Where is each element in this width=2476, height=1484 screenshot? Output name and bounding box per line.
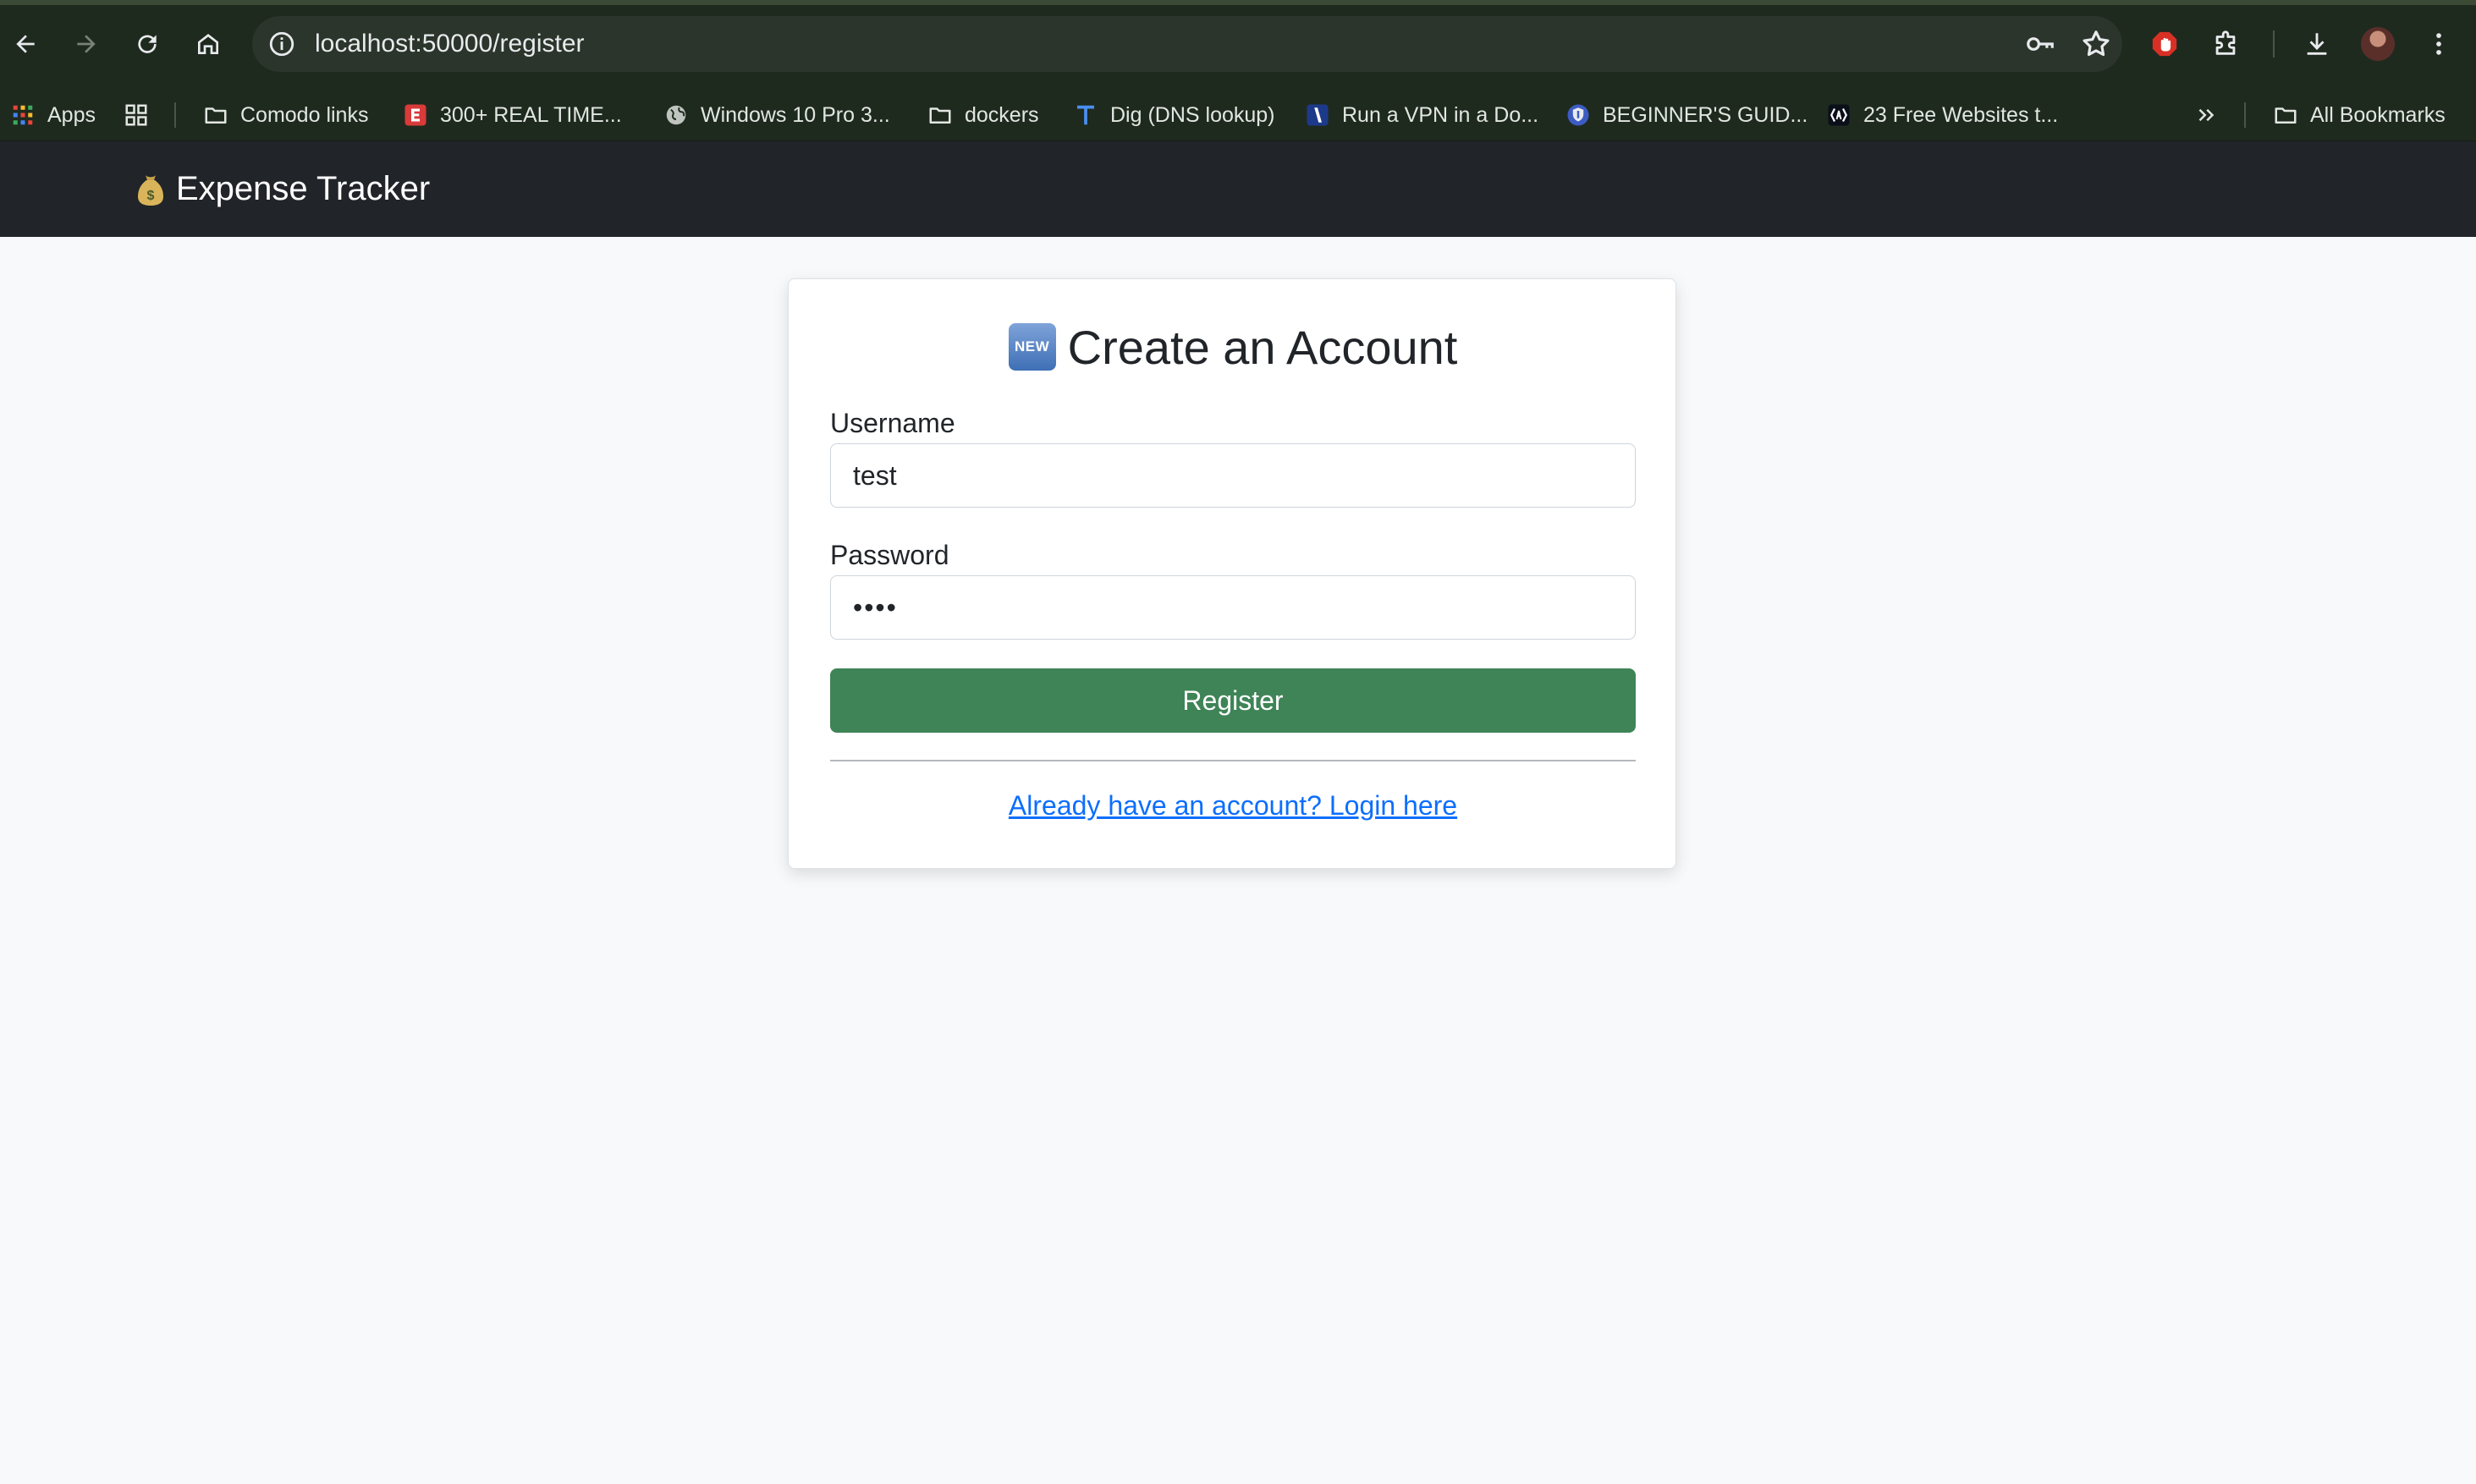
login-link[interactable]: Already have an account? Login here bbox=[789, 790, 1677, 822]
downloads-button[interactable] bbox=[2298, 25, 2336, 63]
divider bbox=[830, 760, 1636, 761]
all-bookmarks-label: All Bookmarks bbox=[2310, 102, 2446, 127]
bookmark-beginners-guide[interactable]: BEGINNER'S GUID... bbox=[1565, 89, 1807, 141]
forward-arrow-icon bbox=[77, 35, 96, 53]
bookmark-tab-groups[interactable] bbox=[124, 89, 149, 141]
key-icon[interactable] bbox=[2024, 28, 2056, 60]
bookmark-label: Windows 10 Pro 3... bbox=[701, 102, 890, 127]
back-button[interactable] bbox=[7, 25, 44, 63]
bookmark-realtime[interactable]: 300+ REAL TIME... bbox=[403, 89, 622, 141]
reload-icon bbox=[138, 35, 157, 53]
chevron-double-right-icon bbox=[2193, 102, 2219, 128]
tab-strip-edge bbox=[0, 0, 2476, 5]
slash-logo-icon bbox=[1305, 102, 1330, 128]
bookmark-label: Run a VPN in a Do... bbox=[1342, 102, 1539, 127]
e-logo-icon bbox=[403, 102, 428, 128]
title-text: Create an Account bbox=[1067, 320, 1458, 374]
star-icon[interactable] bbox=[2080, 28, 2112, 60]
bookmark-label: Apps bbox=[47, 102, 96, 127]
shield-logo-icon bbox=[1565, 102, 1591, 128]
profile-avatar[interactable] bbox=[2361, 27, 2395, 61]
bookmarks-overflow-button[interactable] bbox=[2193, 89, 2219, 141]
browser-toolbar: localhost:50000/register bbox=[0, 0, 2476, 89]
username-input[interactable] bbox=[830, 443, 1636, 508]
bookmark-comodo-links[interactable]: Comodo links bbox=[203, 89, 368, 141]
password-label: Password bbox=[830, 540, 949, 570]
page-title: NEW Create an Account bbox=[789, 313, 1677, 381]
bookmark-label: BEGINNER'S GUID... bbox=[1603, 102, 1808, 127]
browser-menu-button[interactable] bbox=[2420, 25, 2457, 63]
folder-icon bbox=[2273, 102, 2298, 128]
stop-hand-icon bbox=[2152, 31, 2177, 57]
bookmark-label: dockers bbox=[965, 102, 1039, 127]
tab-groups-icon bbox=[124, 102, 149, 128]
money-bag-icon: $ bbox=[135, 172, 166, 207]
bookmarks-divider bbox=[2244, 102, 2246, 128]
toolbar-divider bbox=[2273, 30, 2275, 58]
bookmark-label: 300+ REAL TIME... bbox=[440, 102, 622, 127]
puzzle-icon bbox=[2215, 30, 2236, 55]
forward-button[interactable] bbox=[68, 25, 105, 63]
register-button[interactable]: Register bbox=[830, 668, 1636, 733]
bookmark-label: Dig (DNS lookup) bbox=[1110, 102, 1275, 127]
new-badge-icon: NEW bbox=[1008, 323, 1056, 371]
folder-icon bbox=[203, 102, 228, 128]
t-logo-icon bbox=[1073, 102, 1098, 128]
app-navbar: $ Expense Tracker bbox=[0, 141, 2476, 237]
download-icon bbox=[2307, 33, 2327, 55]
site-info-icon[interactable] bbox=[267, 30, 296, 58]
bookmarks-bar: Apps Comodo links 300+ REAL TIME... Wind… bbox=[0, 89, 2476, 141]
password-input[interactable] bbox=[830, 575, 1636, 640]
bookmarks-divider bbox=[174, 102, 176, 128]
back-arrow-icon bbox=[16, 35, 35, 53]
register-card: NEW Create an Account Username Password … bbox=[788, 278, 1676, 869]
extensions-button[interactable] bbox=[2207, 25, 2244, 63]
bookmark-free-websites[interactable]: 23 Free Websites t... bbox=[1826, 89, 2058, 141]
more-vert-icon bbox=[2436, 33, 2441, 55]
url-text[interactable]: localhost:50000/register bbox=[315, 16, 585, 72]
bookmark-dockers[interactable]: dockers bbox=[927, 89, 1039, 141]
globe-icon bbox=[663, 102, 689, 128]
bookmark-label: 23 Free Websites t... bbox=[1863, 102, 2059, 127]
folder-icon bbox=[927, 102, 953, 128]
bookmark-dig[interactable]: Dig (DNS lookup) bbox=[1073, 89, 1275, 141]
brand-name: Expense Tracker bbox=[176, 170, 431, 207]
brand-link[interactable]: $ Expense Tracker bbox=[135, 141, 430, 237]
apps-grid-icon bbox=[10, 102, 36, 128]
bookmark-label: Comodo links bbox=[240, 102, 369, 127]
reload-button[interactable] bbox=[129, 25, 166, 63]
all-bookmarks[interactable]: All Bookmarks bbox=[2273, 89, 2446, 141]
bookmark-apps[interactable]: Apps bbox=[10, 89, 96, 141]
username-label: Username bbox=[830, 408, 955, 438]
extension-adblock-button[interactable] bbox=[2146, 25, 2183, 63]
bracket-logo-icon bbox=[1826, 102, 1851, 128]
home-button[interactable] bbox=[190, 25, 227, 63]
svg-text:$: $ bbox=[147, 189, 155, 203]
address-bar[interactable]: localhost:50000/register bbox=[252, 16, 2122, 72]
bookmark-vpn[interactable]: Run a VPN in a Do... bbox=[1305, 89, 1538, 141]
home-icon bbox=[198, 34, 218, 54]
bookmark-windows10[interactable]: Windows 10 Pro 3... bbox=[663, 89, 890, 141]
